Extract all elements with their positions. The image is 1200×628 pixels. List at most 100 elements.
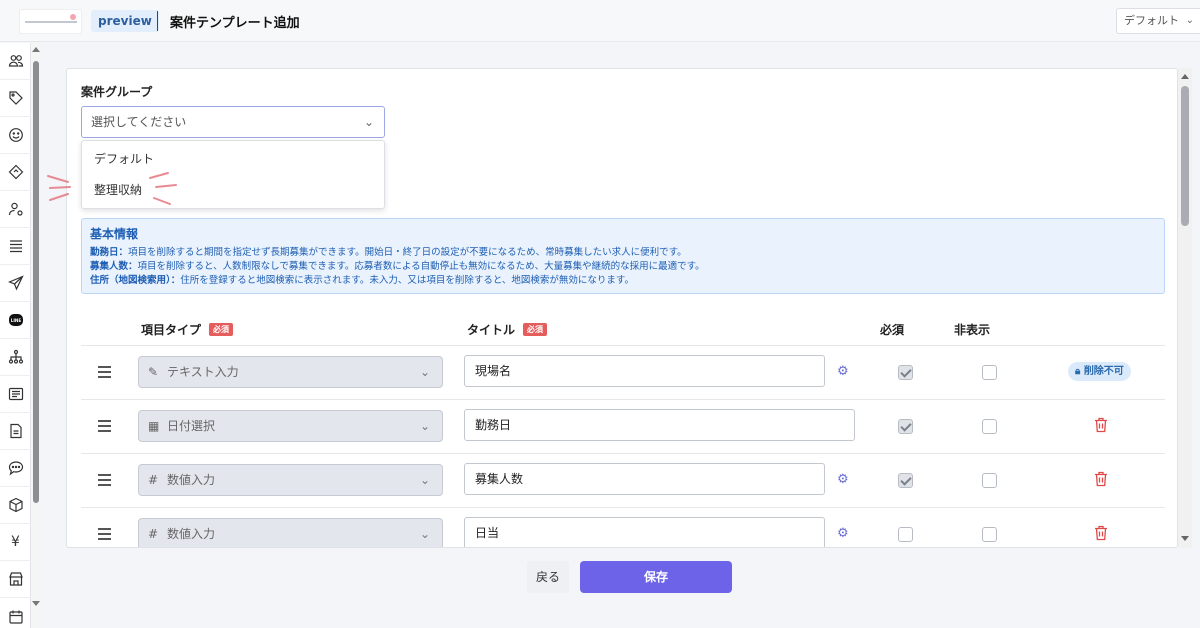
tenant-select-value: デフォルト (1124, 14, 1179, 27)
calendar-icon (8, 610, 23, 624)
field-type-select[interactable]: ▦ 日付選択 ⌄ (138, 410, 443, 442)
field-title-input[interactable]: 募集人数 (464, 463, 825, 495)
gear-icon[interactable]: ⚙ (837, 364, 849, 379)
trash-icon[interactable] (1094, 471, 1108, 487)
template-form-panel: 案件グループ 選択してください ⌄ デフォルト 整理収納 基本情報 勤務日：項目… (66, 68, 1178, 548)
field-title-input[interactable]: 勤務日 (464, 409, 855, 441)
gear-icon[interactable]: ⚙ (837, 526, 849, 541)
drag-handle-icon[interactable] (98, 474, 111, 489)
sidebar-item-products[interactable] (0, 487, 31, 524)
column-header-hidden: 非表示 (954, 323, 991, 337)
sidebar-item-stores[interactable] (0, 561, 31, 598)
info-line: 勤務日：項目を削除すると期間を指定せず長期募集ができます。開始日・終了日の設定が… (90, 247, 687, 258)
chevron-down-icon: ⌄ (419, 527, 430, 541)
main-scroll-thumb[interactable] (1181, 86, 1189, 226)
calendar-icon: ▦ (148, 419, 160, 433)
sitemap-icon (8, 349, 23, 364)
hidden-checkbox[interactable] (982, 419, 997, 434)
gear-icon[interactable]: ⚙ (837, 472, 849, 487)
info-alert: 基本情報 勤務日：項目を削除すると期間を指定せず長期募集ができます。開始日・終了… (81, 218, 1165, 294)
trash-icon[interactable] (1094, 417, 1108, 433)
group-option[interactable]: 整理収納 (82, 175, 384, 205)
page-title: 案件テンプレート追加 (170, 16, 300, 31)
chevron-down-icon: ⌄ (363, 115, 374, 129)
table-row: # 数値入力 ⌄ 募集人数 ⚙ (81, 453, 1165, 507)
box-icon (8, 497, 23, 513)
group-select-placeholder: 選択してください (91, 115, 187, 129)
info-title: 基本情報 (90, 227, 139, 241)
sidebar-item-calendar[interactable] (0, 598, 31, 628)
table-row: # 数値入力 ⌄ 日当 ⚙ (81, 507, 1165, 547)
sidebar-item-send[interactable] (0, 265, 31, 302)
tenant-select[interactable]: デフォルト ⌄ (1116, 8, 1200, 34)
sidebar-item-user-settings[interactable] (0, 191, 31, 228)
back-button[interactable]: 戻る (527, 561, 569, 593)
drag-handle-icon[interactable] (98, 420, 111, 435)
line-icon-label: LINE (10, 318, 21, 323)
trash-icon[interactable] (1094, 525, 1108, 541)
hidden-checkbox[interactable] (982, 527, 997, 542)
chevron-down-icon: ⌄ (1185, 15, 1194, 26)
users-icon (8, 55, 23, 67)
required-checkbox[interactable] (898, 473, 913, 488)
tag-icon (8, 91, 23, 105)
sidebar-scrollbar[interactable] (31, 43, 41, 628)
field-type-select[interactable]: ✎ テキスト入力 ⌄ (138, 356, 443, 388)
field-title-input[interactable]: 現場名 (464, 355, 825, 387)
scroll-up-arrow-icon[interactable] (1181, 74, 1189, 79)
sidebar-item-documents[interactable] (0, 413, 31, 450)
brand-logo[interactable] (19, 9, 82, 34)
scroll-down-arrow-icon[interactable] (32, 601, 40, 606)
hash-icon: # (148, 527, 159, 541)
sidebar-item-news[interactable] (0, 376, 31, 413)
sidebar-item-payments[interactable]: ¥ (0, 524, 31, 561)
line-icon: LINE (8, 314, 23, 326)
sidebar-item-tags[interactable] (0, 80, 31, 117)
chevron-down-icon: ⌄ (419, 365, 430, 379)
scroll-down-arrow-icon[interactable] (1181, 536, 1189, 541)
chevron-down-icon: ⌄ (419, 419, 430, 433)
pencil-icon: ✎ (148, 365, 159, 379)
user-gear-icon (8, 202, 23, 216)
scroll-up-arrow-icon[interactable] (32, 47, 40, 52)
field-title-input[interactable]: 日当 (464, 517, 825, 547)
required-tag: 必須 (209, 323, 234, 336)
group-field-label: 案件グループ (81, 85, 153, 99)
header-divider (157, 11, 158, 31)
column-header-required: 必須 (880, 323, 905, 337)
hidden-checkbox[interactable] (982, 365, 997, 380)
sidebar-item-feedback[interactable] (0, 117, 31, 154)
required-checkbox[interactable] (898, 365, 913, 380)
chat-icon (8, 461, 23, 476)
sidebar-item-organization[interactable] (0, 339, 31, 376)
field-type-select[interactable]: # 数値入力 ⌄ (138, 518, 443, 547)
chevron-down-icon: ⌄ (419, 473, 430, 487)
save-button[interactable]: 保存 (580, 561, 732, 593)
info-line: 住所（地図検索用）：住所を登録すると地図検索に表示されます。未入力、又は項目を削… (90, 275, 634, 286)
column-header-type: 項目タイプ 必須 (141, 321, 234, 338)
hash-icon: # (148, 473, 159, 487)
table-row: ▦ 日付選択 ⌄ 勤務日 (81, 399, 1165, 453)
drag-handle-icon[interactable] (98, 366, 111, 381)
sidebar-item-chat[interactable] (0, 450, 31, 487)
field-type-select[interactable]: # 数値入力 ⌄ (138, 464, 443, 496)
required-checkbox[interactable] (898, 527, 913, 542)
sidebar-item-tickets[interactable] (0, 154, 31, 191)
hidden-checkbox[interactable] (982, 473, 997, 488)
smile-icon (8, 128, 23, 142)
sidebar-item-list[interactable] (0, 228, 31, 265)
required-checkbox[interactable] (898, 419, 913, 434)
list-icon (9, 240, 22, 253)
group-option[interactable]: デフォルト (82, 144, 384, 174)
sidebar-item-line[interactable]: LINE (0, 302, 31, 339)
store-icon (8, 572, 23, 586)
sidebar-item-users[interactable] (0, 43, 31, 80)
group-select[interactable]: 選択してください ⌄ (81, 106, 385, 138)
send-icon (7, 275, 24, 291)
sidebar-scroll-thumb[interactable] (33, 61, 39, 503)
table-row: ✎ テキスト入力 ⌄ 現場名 ⚙ 🔒︎ 削除不可 (81, 345, 1165, 399)
drag-handle-icon[interactable] (98, 528, 111, 543)
main-scrollbar[interactable] (1178, 68, 1192, 548)
required-tag: 必須 (523, 323, 548, 336)
news-icon (8, 387, 23, 401)
